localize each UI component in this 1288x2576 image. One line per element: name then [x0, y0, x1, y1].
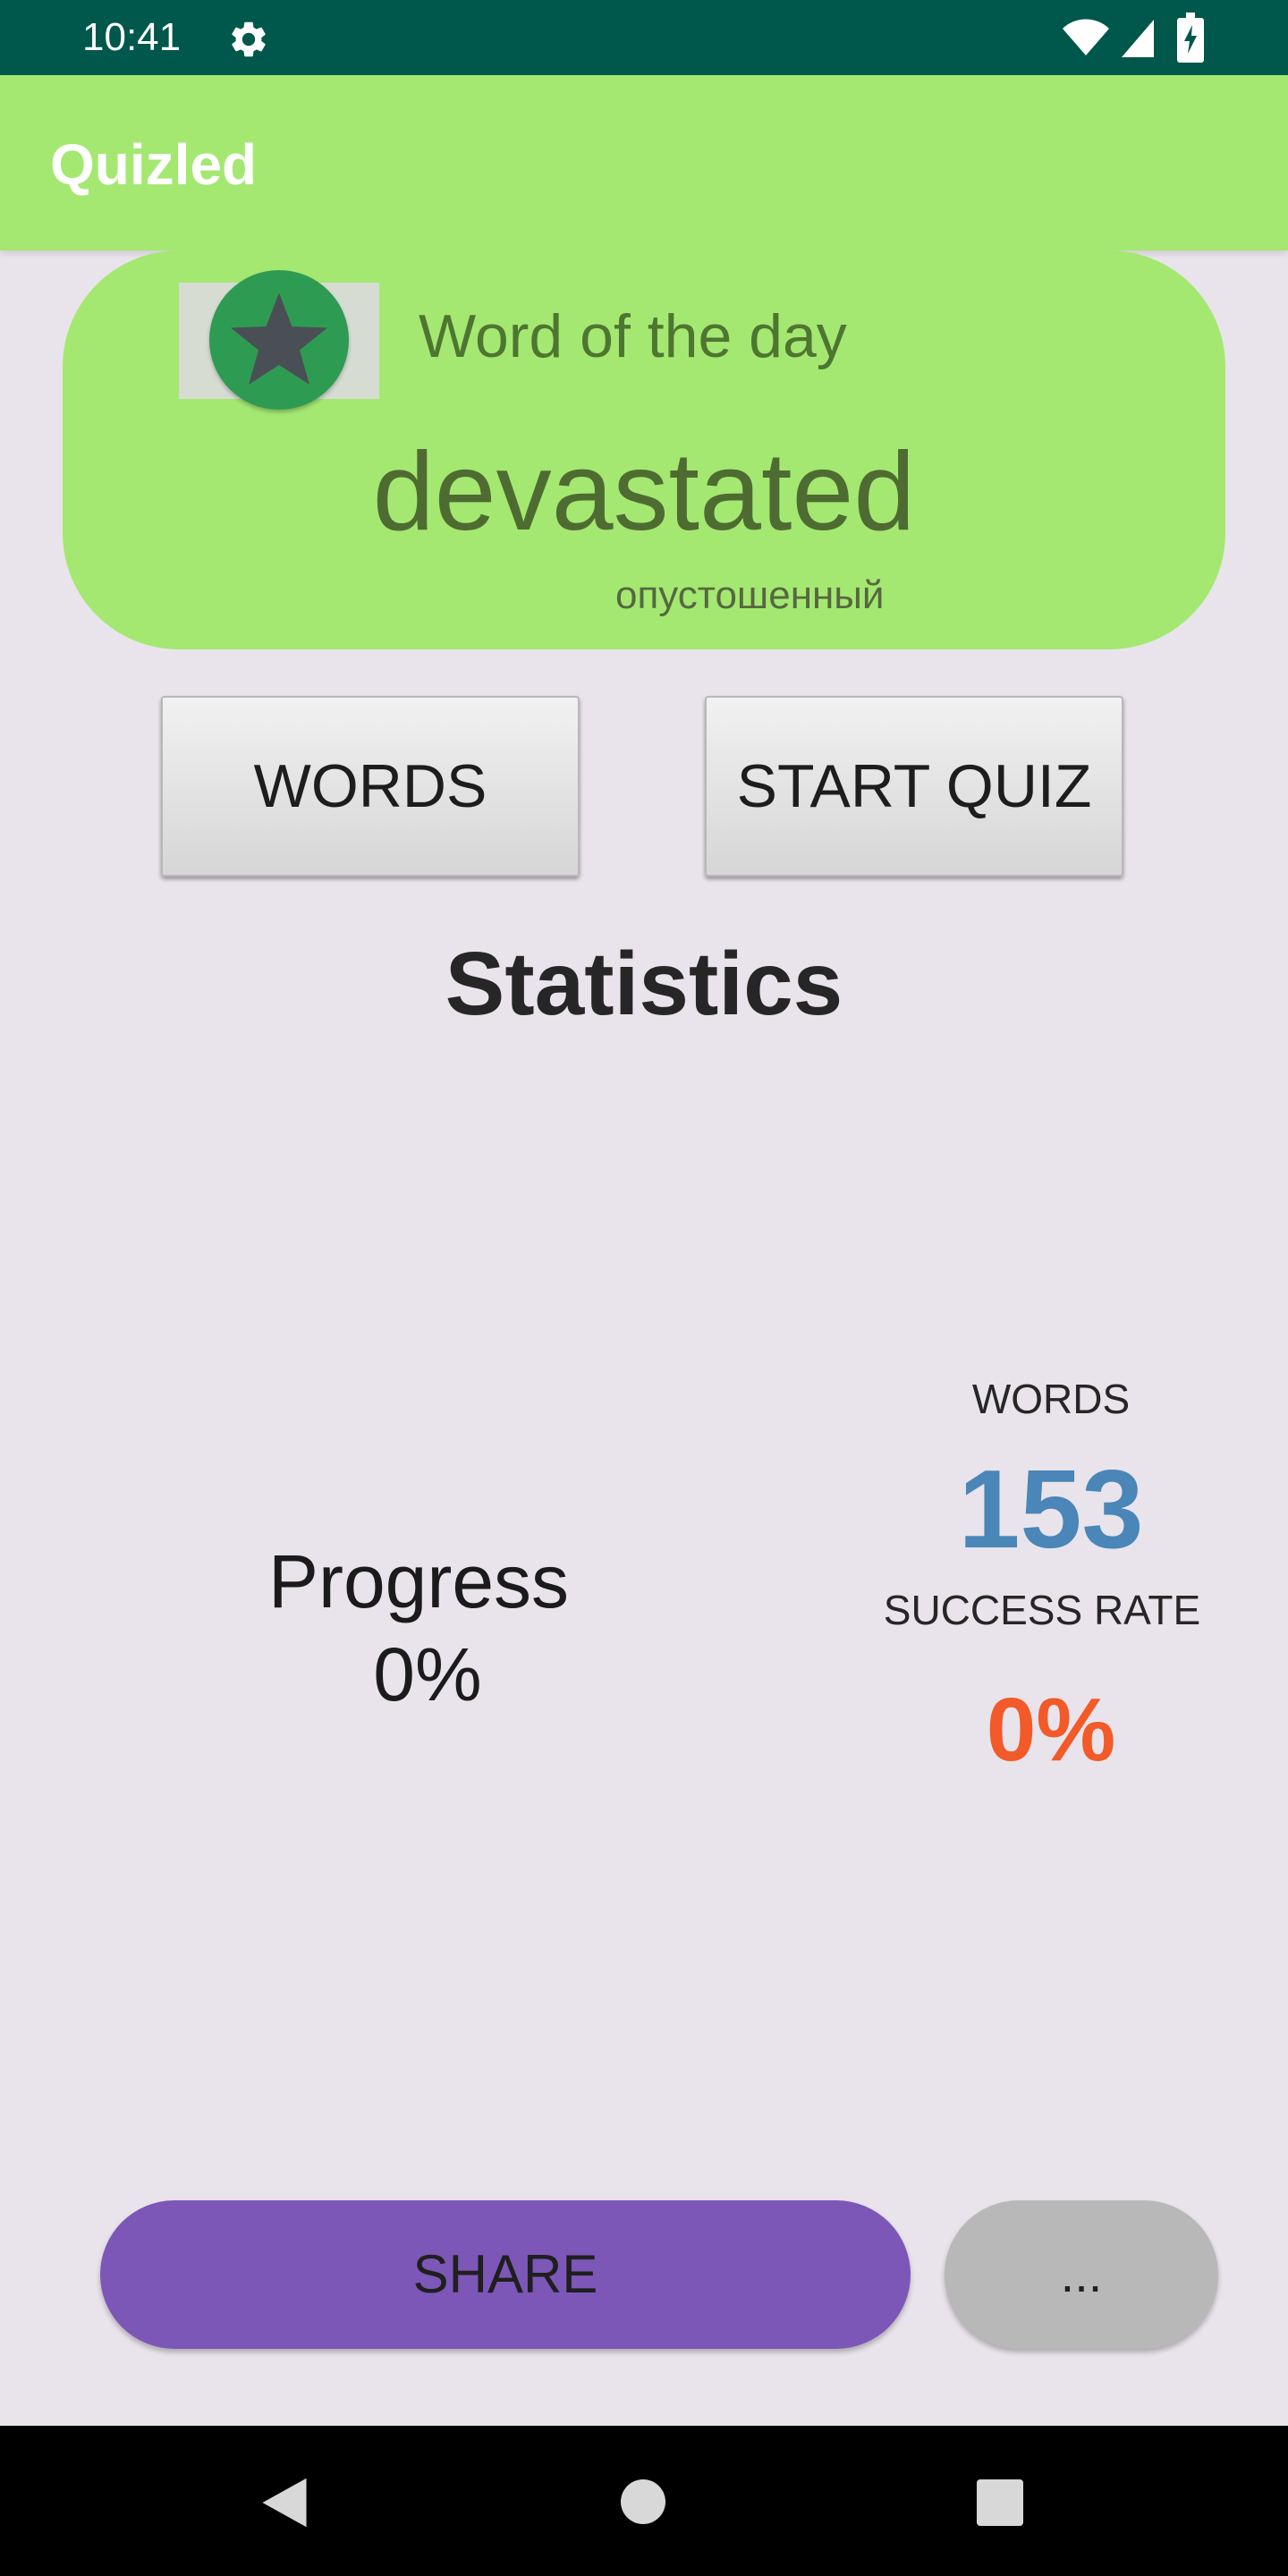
success-rate-value: 0% — [986, 1680, 1116, 1780]
word-of-the-day-translation: опустошенный — [615, 573, 885, 617]
signal-icon — [1122, 20, 1154, 57]
words-count-label: WORDS — [971, 1376, 1131, 1422]
progress-value: 0% — [373, 1632, 482, 1716]
start-quiz-button[interactable]: START QUIZ — [705, 696, 1123, 877]
app-title: Quizled — [50, 132, 258, 197]
status-bar: 10:41 — [0, 0, 1288, 75]
recents-icon[interactable] — [977, 2479, 1023, 2526]
star-shape — [231, 292, 327, 385]
success-rate-label: SUCCESS RATE — [883, 1587, 1201, 1633]
navigation-bar — [0, 2426, 1288, 2576]
statistics-title: Statistics — [445, 934, 843, 1034]
words-button[interactable]: WORDS — [161, 696, 580, 877]
back-icon[interactable] — [259, 2476, 309, 2529]
word-of-the-day-card[interactable]: Word of the day devastated опустошенный — [63, 250, 1225, 649]
gear-icon — [232, 21, 266, 57]
status-time: 10:41 — [82, 15, 182, 59]
words-count-value: 153 — [958, 1448, 1144, 1572]
star-icon[interactable] — [209, 270, 349, 410]
word-of-the-day-word: devastated — [372, 430, 916, 554]
screen: 10:41 Quizled Word of the day devastated… — [0, 0, 1288, 2576]
app-bar: Quizled — [0, 75, 1288, 250]
battery-icon — [1177, 13, 1204, 63]
home-icon[interactable] — [621, 2479, 665, 2524]
share-button[interactable]: SHARE — [100, 2200, 911, 2349]
wifi-icon — [1063, 19, 1109, 55]
more-options-button[interactable]: ... — [945, 2200, 1218, 2349]
word-of-the-day-label: Word of the day — [419, 302, 847, 370]
progress-label: Progress — [267, 1539, 570, 1623]
